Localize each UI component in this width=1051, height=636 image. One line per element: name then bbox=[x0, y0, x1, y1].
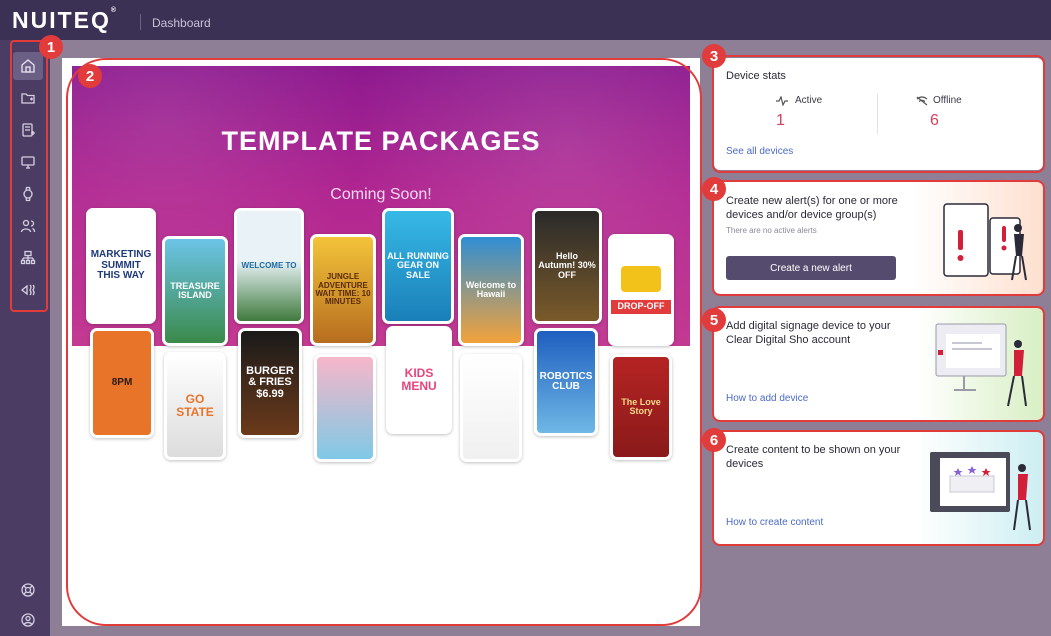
template-thumbnail-text bbox=[343, 406, 347, 410]
template-thumbnail-text: GO STATE bbox=[176, 392, 214, 419]
create-content-title-line1: Create content to be shown on your bbox=[726, 444, 901, 456]
active-label: Active bbox=[795, 95, 823, 106]
device-stats-card: Device stats Active 1 Offline 6 See all … bbox=[714, 58, 1043, 170]
alerts-title-line2: devices and/or device group(s) bbox=[726, 209, 877, 221]
template-thumbnail: KIDS MENU bbox=[386, 326, 452, 434]
offline-label: Offline bbox=[933, 95, 962, 106]
template-packages-panel[interactable]: TEMPLATE PACKAGES Coming Soon! MARKETING… bbox=[62, 58, 700, 626]
logo-mark: ® bbox=[110, 7, 117, 14]
how-to-add-device-link[interactable]: How to add device bbox=[726, 393, 808, 404]
alert-illustration bbox=[943, 203, 1027, 281]
template-thumbnail-text: WELCOME TO bbox=[241, 260, 297, 270]
alerts-status: There are no active alerts bbox=[726, 226, 817, 235]
template-thumbnail: WELCOME TO bbox=[234, 208, 304, 324]
template-thumbnail bbox=[314, 354, 376, 462]
template-thumbnail-text: KIDS MENU bbox=[401, 366, 437, 393]
offline-icon bbox=[916, 96, 928, 106]
top-bar: NUITEQ® Dashboard bbox=[0, 0, 1051, 40]
account-icon bbox=[21, 613, 35, 627]
device-stats-title: Device stats bbox=[726, 70, 786, 82]
template-thumbnail-text: ROBOTICS CLUB bbox=[539, 370, 593, 392]
sidebar-item-help[interactable] bbox=[13, 576, 43, 604]
template-thumbnail-text: MARKETING SUMMIT THIS WAY bbox=[90, 249, 152, 282]
sidebar bbox=[0, 40, 50, 636]
template-thumbnail-text: Hello Autumn! 30% OFF bbox=[538, 250, 596, 280]
folder-icon bbox=[21, 93, 35, 104]
banner-subtitle: Coming Soon! bbox=[330, 186, 432, 203]
template-thumbnail: ROBOTICS CLUB bbox=[534, 328, 598, 436]
create-content-title-line2: devices bbox=[726, 458, 764, 470]
logo-text: NUITEQ bbox=[12, 7, 111, 33]
header-divider bbox=[140, 14, 141, 30]
page-title: Dashboard bbox=[152, 16, 211, 30]
template-thumbnail: BURGER & FRIES $6.99 bbox=[238, 328, 302, 438]
see-all-devices-link[interactable]: See all devices bbox=[726, 146, 793, 157]
school-bus-icon bbox=[621, 266, 661, 293]
content-icon bbox=[22, 123, 35, 137]
sidebar-item-home[interactable] bbox=[13, 52, 43, 80]
template-thumbnail: TREASURE ISLAND bbox=[162, 236, 228, 346]
sidebar-item-groups[interactable] bbox=[13, 244, 43, 272]
sidebar-item-folders[interactable] bbox=[13, 84, 43, 112]
alerts-title-line1: Create new alert(s) for one or more bbox=[726, 195, 898, 207]
activity-icon bbox=[776, 96, 788, 106]
template-thumbnail-text: The Love Story bbox=[621, 396, 661, 416]
template-thumbnail-text: DROP-OFF bbox=[611, 300, 671, 314]
offline-count: 6 bbox=[930, 112, 939, 129]
template-thumbnail: MARKETING SUMMIT THIS WAY bbox=[86, 208, 156, 324]
groups-icon bbox=[20, 250, 36, 265]
add-device-title-line1: Add digital signage device to your bbox=[726, 320, 891, 332]
template-thumbnail: Hello Autumn! 30% OFF bbox=[532, 208, 602, 324]
callout-badge: 1 bbox=[39, 35, 63, 59]
broadcast-icon bbox=[20, 284, 35, 296]
callout-badge: 6 bbox=[702, 428, 726, 452]
sidebar-item-account[interactable] bbox=[13, 606, 43, 634]
active-count: 1 bbox=[776, 112, 785, 129]
create-alert-button[interactable]: Create a new alert bbox=[726, 256, 896, 280]
users-icon bbox=[20, 219, 36, 233]
how-to-create-content-link[interactable]: How to create content bbox=[726, 517, 823, 528]
add-device-card: Add digital signage device to your Clear… bbox=[714, 308, 1043, 420]
stats-divider bbox=[877, 94, 878, 134]
template-thumbnail: DROP-OFF bbox=[608, 234, 674, 346]
create-content-illustration bbox=[930, 452, 1031, 531]
create-content-card: Create content to be shown on your devic… bbox=[714, 432, 1043, 544]
watch-icon bbox=[23, 186, 33, 202]
template-thumbnail-text: BURGER & FRIES $6.99 bbox=[246, 364, 294, 400]
sidebar-item-users[interactable] bbox=[13, 212, 43, 240]
callout-badge: 2 bbox=[78, 64, 102, 88]
add-device-illustration bbox=[935, 323, 1027, 407]
home-icon bbox=[21, 59, 35, 73]
callout-badge: 5 bbox=[702, 308, 726, 332]
sidebar-item-broadcast[interactable] bbox=[13, 276, 43, 304]
template-thumbnail: The Love Story bbox=[610, 354, 672, 460]
template-thumbnail: ALL RUNNING GEAR ON SALE bbox=[382, 208, 454, 324]
add-device-title-line2: Clear Digital Sho account bbox=[726, 334, 851, 346]
callout-badge: 3 bbox=[702, 44, 726, 68]
template-thumbnail: GO STATE bbox=[164, 352, 226, 460]
template-thumbnail-text: TREASURE ISLAND bbox=[170, 280, 220, 300]
template-thumbnail-text: JUNGLE ADVENTURE WAIT TIME: 10 MINUTES bbox=[315, 272, 371, 307]
sidebar-item-watch[interactable] bbox=[13, 180, 43, 208]
template-thumbnail-text: 8PM bbox=[111, 376, 133, 388]
template-thumbnail: Welcome to Hawaii bbox=[458, 234, 524, 346]
sidebar-item-content[interactable] bbox=[13, 116, 43, 144]
app-logo[interactable]: NUITEQ® bbox=[12, 7, 116, 34]
sidebar-item-devices[interactable] bbox=[13, 148, 43, 176]
alerts-card: Create new alert(s) for one or more devi… bbox=[714, 182, 1043, 294]
banner-title: TEMPLATE PACKAGES bbox=[221, 126, 541, 156]
template-thumbnail-text bbox=[489, 406, 493, 410]
template-thumbnail bbox=[460, 354, 522, 462]
template-thumbnail-text: ALL RUNNING GEAR ON SALE bbox=[387, 250, 449, 280]
callout-badge: 4 bbox=[702, 177, 726, 201]
template-thumbnail: 8PM bbox=[90, 328, 154, 438]
template-thumbnail-text: Welcome to Hawaii bbox=[465, 279, 517, 299]
template-thumbnail: JUNGLE ADVENTURE WAIT TIME: 10 MINUTES bbox=[310, 234, 376, 346]
device-icon bbox=[21, 156, 35, 169]
help-icon bbox=[21, 583, 35, 597]
